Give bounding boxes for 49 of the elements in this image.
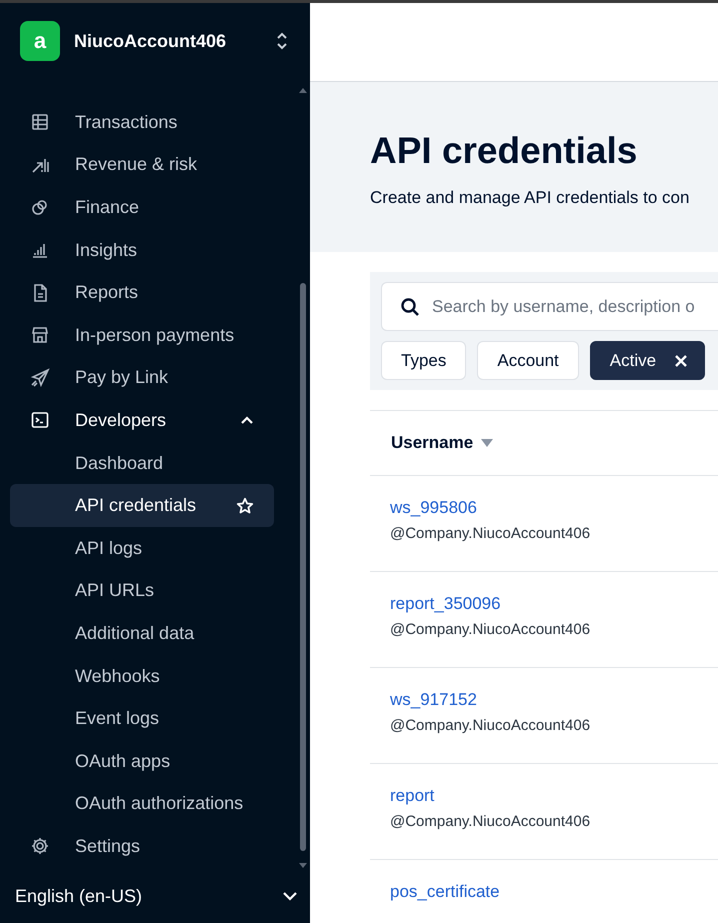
nav-subitem[interactable]: OAuth apps	[10, 740, 274, 782]
close-icon[interactable]	[674, 354, 688, 368]
sort-icon[interactable]	[481, 439, 494, 447]
nav-item[interactable]: Settings	[10, 825, 274, 868]
nav-subitem[interactable]: Webhooks	[10, 654, 274, 698]
nav-item[interactable]: Finance	[10, 186, 274, 229]
logo: a	[20, 21, 60, 61]
account-text: @Company.NiucoAccount406	[390, 717, 590, 734]
scroll-down-icon[interactable]	[299, 863, 307, 869]
username-link[interactable]: pos_certificate	[390, 882, 500, 902]
filter-chip[interactable]: Account	[477, 341, 579, 380]
account-name[interactable]: NiucoAccount406	[74, 30, 262, 52]
nav-subitem[interactable]: OAuth authorizations	[10, 782, 274, 826]
table-icon	[30, 112, 50, 132]
nav-subitem[interactable]: Dashboard	[10, 442, 274, 484]
chevron-down-icon	[282, 890, 298, 902]
username-link[interactable]: report	[390, 786, 434, 806]
switch-account-icon[interactable]	[276, 31, 288, 51]
search-field[interactable]: Search by username, description o	[381, 282, 718, 331]
account-text: @Company.NiucoAccount406	[390, 813, 590, 830]
nav-subitem[interactable]: API logs	[10, 526, 274, 570]
nav-item[interactable]: In-person payments	[10, 314, 274, 357]
nav-item[interactable]: Insights	[10, 228, 274, 272]
page-title: API credentials	[370, 130, 638, 172]
page-subtitle: Create and manage API credentials to con	[370, 188, 690, 208]
nav-item[interactable]: Transactions	[10, 101, 274, 144]
nav-subitem[interactable]: API URLs	[10, 570, 274, 612]
nav-subitem[interactable]: Additional data	[10, 612, 274, 655]
gear-icon	[30, 836, 50, 856]
scroll-up-icon[interactable]	[299, 87, 307, 93]
nav-item[interactable]: Developers	[10, 399, 274, 442]
terminal-icon	[30, 410, 50, 430]
nav-item[interactable]: Pay by Link	[10, 356, 274, 400]
paper-plane-icon	[30, 368, 50, 388]
account-text: @Company.NiucoAccount406	[390, 621, 590, 638]
star-icon[interactable]	[236, 496, 254, 515]
column-header[interactable]: Username	[391, 433, 474, 453]
filter-chip[interactable]: Types	[381, 341, 466, 380]
filter-chip[interactable]: Active	[590, 341, 706, 380]
language-selector[interactable]: English (en-US)	[0, 869, 310, 923]
nav-item[interactable]: Revenue & risk	[10, 144, 274, 186]
username-link[interactable]: report_350096	[390, 594, 501, 614]
nav-subitem[interactable]: API credentials	[10, 484, 274, 527]
account-text: @Company.NiucoAccount406	[390, 525, 590, 542]
nav-subitem[interactable]: Event logs	[10, 697, 274, 740]
store-icon	[30, 325, 50, 346]
username-link[interactable]: ws_917152	[390, 690, 477, 710]
nav-item[interactable]: Reports	[10, 271, 274, 314]
username-link[interactable]: ws_995806	[390, 498, 477, 518]
